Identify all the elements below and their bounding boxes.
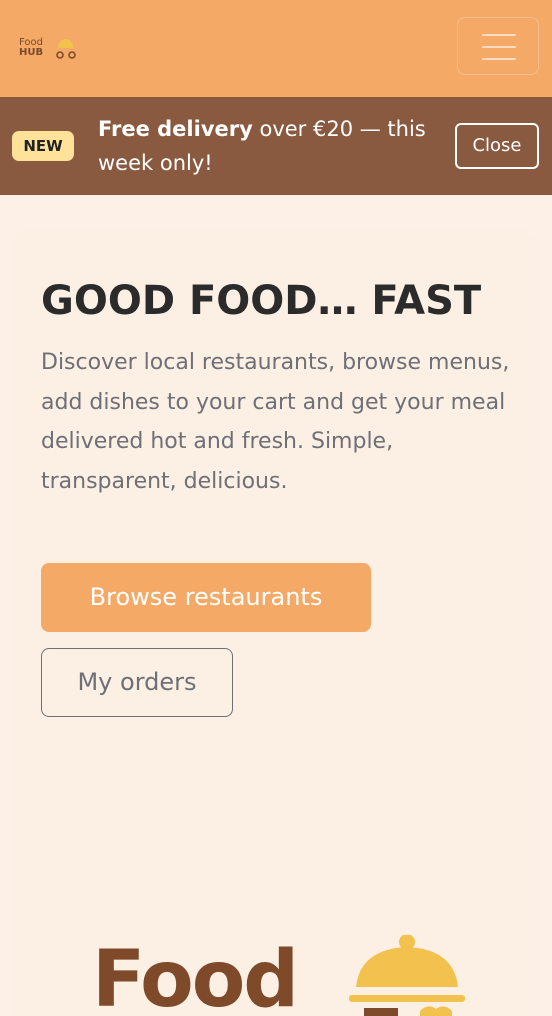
hamburger-icon-line: [482, 58, 516, 60]
logo-text-line2: HUB: [19, 47, 44, 58]
announcement-bold-text: Free delivery: [98, 117, 253, 141]
close-announcement-button[interactable]: Close: [455, 123, 539, 169]
announcement-text: Free delivery over €20 — this week only!: [98, 112, 443, 180]
scooter-icon: [56, 39, 76, 59]
illustration-word: Food: [92, 935, 299, 1016]
top-header: Food HUB: [0, 0, 552, 97]
hero-title: GOOD FOOD… FAST: [41, 278, 482, 324]
hamburger-menu-button[interactable]: [457, 17, 539, 75]
browse-restaurants-button[interactable]: Browse restaurants: [41, 563, 371, 632]
hamburger-icon: [482, 34, 516, 36]
hero-description: Discover local restaurants, browse menus…: [41, 350, 510, 494]
foodhub-logo[interactable]: Food HUB: [19, 36, 81, 62]
hamburger-icon-line: [482, 46, 516, 48]
new-badge: NEW: [12, 131, 74, 161]
my-orders-button[interactable]: My orders: [41, 648, 233, 717]
cloche-icon: [349, 935, 465, 1016]
